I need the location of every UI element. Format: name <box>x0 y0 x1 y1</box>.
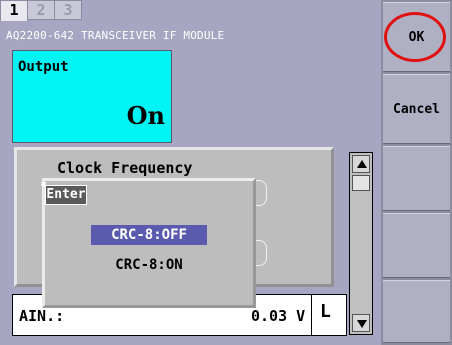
status-unit: L <box>320 301 331 322</box>
main-panel: 1 2 3 AQ2200-642 TRANSCEIVER IF MODULE O… <box>0 0 381 345</box>
scroll-thumb[interactable] <box>352 175 370 191</box>
enter-popup: * Enter CRC-8:OFF CRC-8:ON <box>40 178 256 308</box>
clock-frequency-label: Clock Frequency <box>57 159 193 177</box>
softkey-5[interactable] <box>383 280 450 343</box>
cancel-button[interactable]: Cancel <box>383 74 450 144</box>
tab-1[interactable]: 1 <box>0 0 28 21</box>
module-title: AQ2200-642 TRANSCEIVER IF MODULE <box>6 29 225 42</box>
arrow-up-icon <box>357 160 367 168</box>
arrow-down-icon <box>357 320 367 328</box>
option-crc8-off[interactable]: CRC-8:OFF <box>91 225 207 245</box>
output-value: On <box>126 101 165 130</box>
scrollbar[interactable] <box>349 152 373 335</box>
ok-highlight-ring <box>384 12 446 62</box>
scroll-down-button[interactable] <box>352 314 370 332</box>
scroll-up-button[interactable] <box>352 155 370 173</box>
softkey-4[interactable] <box>383 213 450 278</box>
tab-bar: 1 2 3 <box>0 0 115 21</box>
output-tile[interactable]: Output On <box>12 50 172 143</box>
status-label: AIN.: <box>19 307 65 325</box>
softkey-3[interactable] <box>383 146 450 211</box>
option-crc8-on[interactable]: CRC-8:ON <box>91 255 207 275</box>
tab-2[interactable]: 2 <box>27 0 55 20</box>
status-divider <box>311 295 312 335</box>
tab-3[interactable]: 3 <box>54 0 82 20</box>
enter-title: Enter <box>45 185 87 205</box>
output-label: Output <box>18 59 69 75</box>
status-value: 0.03 V <box>251 307 306 325</box>
